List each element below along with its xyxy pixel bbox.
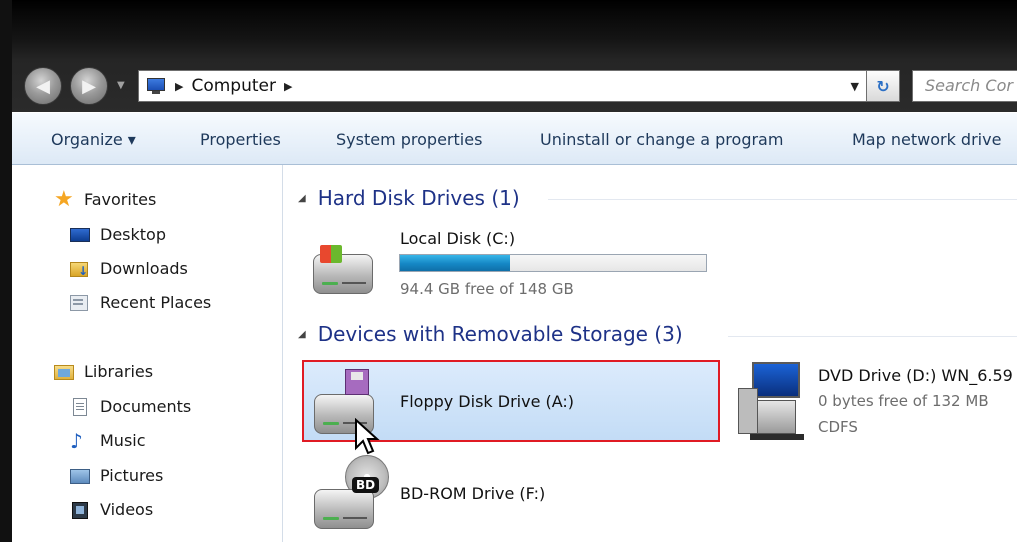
nav-item-label: Music bbox=[100, 431, 146, 450]
downloads-folder-icon: ↓ bbox=[70, 260, 90, 278]
local-disk-free-space: 94.4 GB free of 148 GB bbox=[400, 280, 574, 298]
bd-drive-icon bbox=[314, 489, 374, 529]
nav-item-label: Desktop bbox=[100, 225, 166, 244]
pictures-icon bbox=[70, 467, 90, 485]
disk-usage-bar bbox=[399, 254, 707, 272]
documents-icon bbox=[70, 397, 90, 416]
mouse-cursor-icon bbox=[355, 418, 380, 455]
recent-pages-dropdown[interactable]: ▼ bbox=[117, 80, 125, 91]
refresh-button[interactable]: ↻ bbox=[866, 70, 900, 102]
dvd-drive-icon bbox=[738, 360, 808, 440]
nav-item-recent-places[interactable]: Recent Places bbox=[70, 293, 211, 312]
nav-item-downloads[interactable]: ↓ Downloads bbox=[70, 259, 188, 278]
breadcrumb-chevron-icon[interactable]: ▶ bbox=[284, 80, 292, 93]
group-header-label: Devices with Removable Storage (3) bbox=[317, 322, 683, 346]
dvd-free-space: 0 bytes free of 132 MB bbox=[818, 392, 989, 410]
group-header-removable[interactable]: ◢ Devices with Removable Storage (3) bbox=[298, 322, 683, 346]
computer-icon bbox=[145, 77, 167, 95]
floppy-name: Floppy Disk Drive (A:) bbox=[400, 392, 575, 411]
nav-item-label: Documents bbox=[100, 397, 192, 416]
breadcrumb-separator-icon[interactable]: ▶ bbox=[175, 80, 183, 93]
group-header-hard-disks[interactable]: ◢ Hard Disk Drives (1) bbox=[298, 186, 520, 210]
address-bar[interactable]: ▶ Computer ▶ ▼ bbox=[138, 70, 868, 102]
forward-button[interactable]: ▶ bbox=[70, 67, 108, 105]
map-network-drive-button[interactable]: Map network drive bbox=[852, 130, 1001, 149]
floppy-disk-icon bbox=[345, 369, 369, 395]
refresh-icon: ↻ bbox=[876, 76, 890, 96]
nav-item-pictures[interactable]: Pictures bbox=[70, 466, 163, 485]
hard-drive-icon bbox=[313, 245, 373, 294]
recent-places-icon bbox=[70, 294, 90, 312]
group-divider bbox=[728, 336, 1017, 337]
back-button[interactable]: ◀ bbox=[24, 67, 62, 105]
nav-item-label: Pictures bbox=[100, 466, 164, 485]
uninstall-program-button[interactable]: Uninstall or change a program bbox=[540, 130, 783, 149]
nav-item-label: Downloads bbox=[100, 259, 188, 278]
command-bar: Organize ▾ Properties System properties … bbox=[12, 113, 1017, 165]
nav-item-videos[interactable]: Videos bbox=[70, 500, 153, 519]
windows-logo-icon bbox=[320, 245, 342, 263]
bd-badge: BD bbox=[352, 477, 380, 493]
organize-button[interactable]: Organize ▾ bbox=[51, 130, 136, 149]
nav-item-label: Videos bbox=[100, 500, 154, 519]
libraries-icon bbox=[54, 363, 74, 381]
nav-libraries[interactable]: Libraries bbox=[54, 362, 153, 381]
back-arrow-icon: ◀ bbox=[36, 75, 50, 97]
nav-item-documents[interactable]: Documents bbox=[70, 397, 191, 416]
system-properties-button[interactable]: System properties bbox=[336, 130, 482, 149]
window-left-border bbox=[0, 0, 12, 542]
forward-arrow-icon: ▶ bbox=[82, 75, 96, 97]
search-input[interactable]: Search Cor bbox=[912, 70, 1017, 102]
nav-favorites-label: Favorites bbox=[84, 190, 157, 209]
address-dropdown-icon[interactable]: ▼ bbox=[851, 80, 859, 93]
star-icon: ★ bbox=[54, 186, 74, 212]
desktop-icon bbox=[70, 226, 90, 244]
dvd-name: DVD Drive (D:) WN_6.59 bbox=[818, 366, 1013, 385]
disk-usage-fill bbox=[400, 255, 511, 271]
music-note-icon: ♪ bbox=[70, 428, 83, 453]
dvd-filesystem: CDFS bbox=[818, 418, 858, 436]
properties-button[interactable]: Properties bbox=[200, 130, 281, 149]
nav-item-desktop[interactable]: Desktop bbox=[70, 225, 166, 244]
collapse-triangle-icon[interactable]: ◢ bbox=[298, 193, 306, 204]
videos-icon bbox=[70, 501, 90, 519]
nav-favorites[interactable]: ★ Favorites bbox=[54, 186, 157, 212]
bdrom-name: BD-ROM Drive (F:) bbox=[400, 484, 546, 503]
nav-item-label: Recent Places bbox=[100, 293, 212, 312]
local-disk-name: Local Disk (C:) bbox=[400, 229, 516, 248]
group-header-label: Hard Disk Drives (1) bbox=[317, 186, 520, 210]
collapse-triangle-icon[interactable]: ◢ bbox=[298, 329, 306, 340]
nav-item-music[interactable]: ♪ Music bbox=[70, 428, 146, 453]
nav-libraries-label: Libraries bbox=[84, 362, 154, 381]
breadcrumb-computer[interactable]: Computer bbox=[191, 76, 276, 96]
group-divider bbox=[548, 199, 1017, 200]
navigation-pane: ★ Favorites Desktop ↓ Downloads Recent P… bbox=[12, 165, 282, 542]
